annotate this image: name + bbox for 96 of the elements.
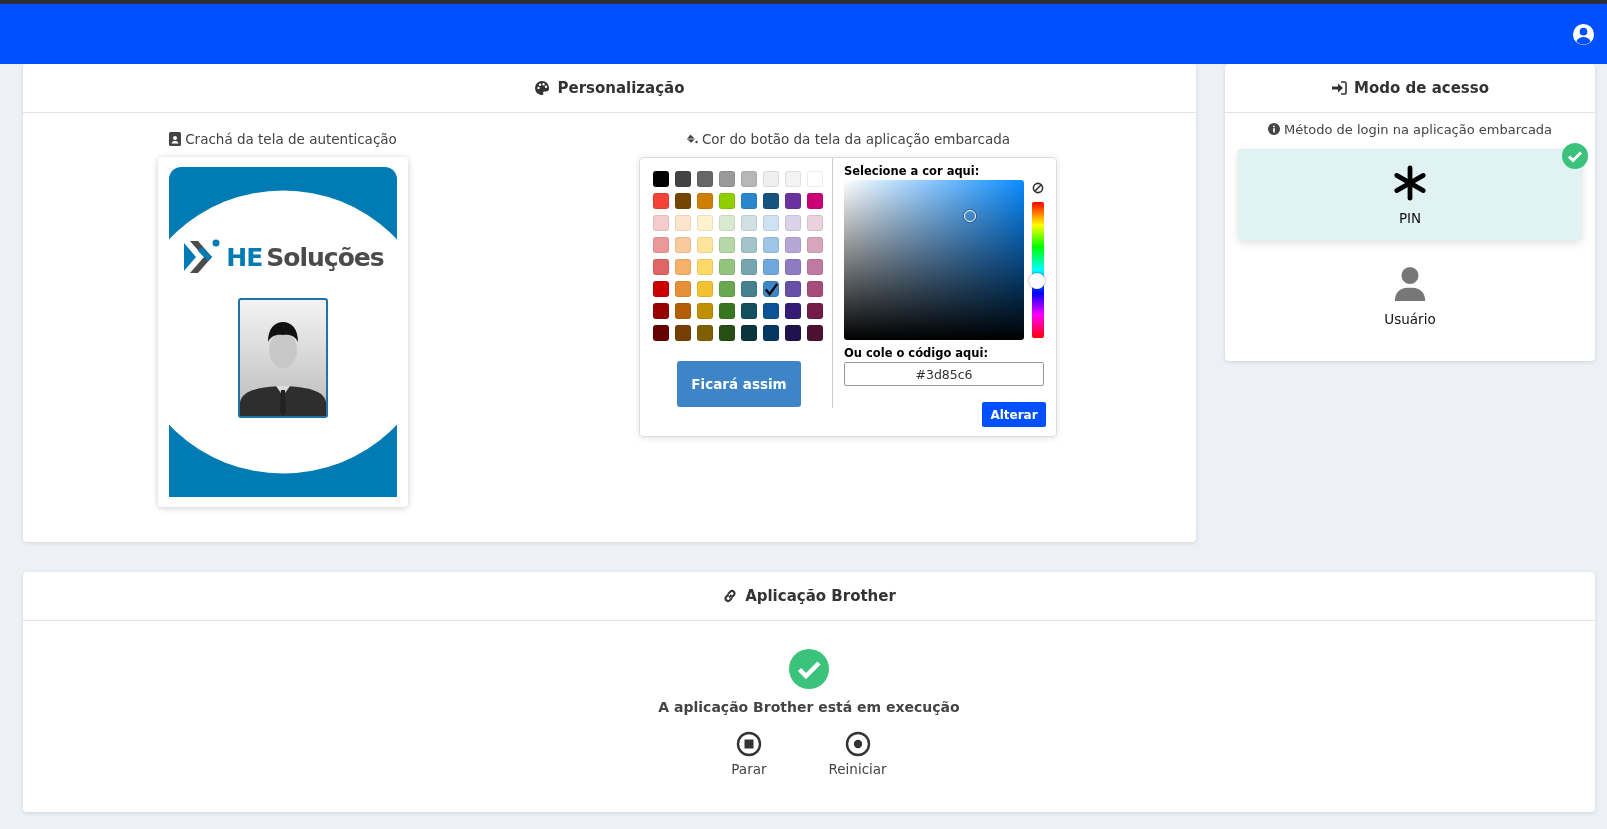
- hue-slider[interactable]: [1032, 202, 1044, 338]
- color-swatch[interactable]: [763, 215, 779, 231]
- color-swatch[interactable]: [807, 237, 823, 253]
- color-swatch[interactable]: [763, 281, 779, 297]
- color-swatch[interactable]: [807, 259, 823, 275]
- color-swatch[interactable]: [653, 325, 669, 341]
- color-swatch[interactable]: [741, 259, 757, 275]
- color-swatch[interactable]: [675, 215, 691, 231]
- color-swatch[interactable]: [697, 171, 713, 187]
- color-swatch[interactable]: [763, 171, 779, 187]
- status-message: A aplicação Brother está em execução: [658, 699, 960, 715]
- color-swatch[interactable]: [741, 237, 757, 253]
- color-code-field[interactable]: #3d85c6: [844, 362, 1044, 386]
- color-swatch[interactable]: [697, 237, 713, 253]
- color-swatch[interactable]: [675, 325, 691, 341]
- asterisk-icon: [1391, 163, 1429, 202]
- hue-slider-thumb[interactable]: [1029, 272, 1045, 289]
- card-title: Aplicação Brother: [745, 587, 896, 605]
- color-swatch[interactable]: [675, 237, 691, 253]
- sign-in-icon: [1331, 80, 1347, 96]
- color-swatch[interactable]: [807, 215, 823, 231]
- color-swatch[interactable]: [719, 193, 735, 209]
- color-swatch[interactable]: [785, 237, 801, 253]
- color-swatch[interactable]: [719, 259, 735, 275]
- color-swatch[interactable]: [785, 215, 801, 231]
- color-swatch[interactable]: [719, 237, 735, 253]
- preview-button[interactable]: Ficará assim: [677, 361, 801, 407]
- card-title: Personalização: [557, 79, 685, 97]
- color-swatch[interactable]: [741, 325, 757, 341]
- color-swatch[interactable]: [741, 303, 757, 319]
- color-swatch[interactable]: [697, 325, 713, 341]
- color-swatch[interactable]: [763, 193, 779, 209]
- palette-icon: [534, 80, 551, 96]
- account-icon[interactable]: [1572, 22, 1595, 46]
- color-swatch[interactable]: [763, 259, 779, 275]
- color-swatch[interactable]: [719, 215, 735, 231]
- color-swatch[interactable]: [697, 215, 713, 231]
- color-swatch[interactable]: [741, 193, 757, 209]
- color-swatch[interactable]: [785, 303, 801, 319]
- color-swatch[interactable]: [653, 215, 669, 231]
- color-swatch[interactable]: [653, 237, 669, 253]
- color-swatch[interactable]: [675, 193, 691, 209]
- color-swatch[interactable]: [785, 259, 801, 275]
- color-swatch[interactable]: [807, 193, 823, 209]
- color-swatch[interactable]: [741, 171, 757, 187]
- login-method-option[interactable]: PIN: [1238, 149, 1582, 240]
- color-swatch[interactable]: [719, 303, 735, 319]
- color-swatch[interactable]: [653, 281, 669, 297]
- check-circle-icon: [1562, 143, 1588, 169]
- color-swatch[interactable]: [807, 303, 823, 319]
- card-title: Modo de acesso: [1354, 79, 1489, 97]
- color-swatch[interactable]: [697, 259, 713, 275]
- logo-text: Soluções: [266, 242, 384, 272]
- login-method-option[interactable]: Usuário: [1238, 250, 1582, 341]
- section-label: Cor do botão da tela da aplicação embarcada: [701, 131, 1011, 147]
- section-label: Método de login na aplicação embarcada: [1283, 121, 1553, 137]
- color-swatch[interactable]: [697, 281, 713, 297]
- saturation-value-area[interactable]: [844, 180, 1024, 340]
- color-swatch[interactable]: [719, 281, 735, 297]
- logo-text: HE: [226, 242, 263, 272]
- color-swatch[interactable]: [741, 215, 757, 231]
- color-swatch[interactable]: [785, 325, 801, 341]
- apply-button[interactable]: Alterar: [982, 402, 1046, 427]
- color-swatch[interactable]: [763, 237, 779, 253]
- color-swatch[interactable]: [697, 193, 713, 209]
- stop-circle-icon: [735, 731, 762, 757]
- no-color-icon[interactable]: [1032, 182, 1044, 194]
- color-swatch[interactable]: [653, 171, 669, 187]
- link-icon: [722, 588, 739, 604]
- color-swatch[interactable]: [697, 303, 713, 319]
- color-swatch[interactable]: [785, 193, 801, 209]
- color-swatch[interactable]: [675, 281, 691, 297]
- app-action-button[interactable]: Parar: [731, 731, 767, 777]
- color-swatch[interactable]: [653, 259, 669, 275]
- dot-circle-icon: [844, 731, 871, 757]
- paint-bucket-icon: [685, 132, 698, 146]
- id-badge-icon: [169, 132, 182, 146]
- color-swatch[interactable]: [653, 303, 669, 319]
- color-swatch[interactable]: [741, 281, 757, 297]
- color-swatch[interactable]: [785, 281, 801, 297]
- color-swatch[interactable]: [807, 281, 823, 297]
- info-icon: [1267, 122, 1280, 136]
- color-swatch[interactable]: [785, 171, 801, 187]
- code-label: Ou cole o código aqui:: [844, 346, 990, 360]
- app-action-button[interactable]: Reiniciar: [828, 731, 887, 777]
- color-swatch[interactable]: [719, 325, 735, 341]
- color-swatch[interactable]: [675, 171, 691, 187]
- color-swatch[interactable]: [675, 303, 691, 319]
- color-swatch[interactable]: [807, 325, 823, 341]
- color-swatch[interactable]: [653, 193, 669, 209]
- color-swatch[interactable]: [675, 259, 691, 275]
- color-swatch[interactable]: [763, 303, 779, 319]
- color-swatch[interactable]: [763, 325, 779, 341]
- picker-label: Selecione a cor aqui:: [844, 164, 981, 178]
- section-label: Crachá da tela de autenticação: [185, 131, 397, 147]
- color-swatch[interactable]: [719, 171, 735, 187]
